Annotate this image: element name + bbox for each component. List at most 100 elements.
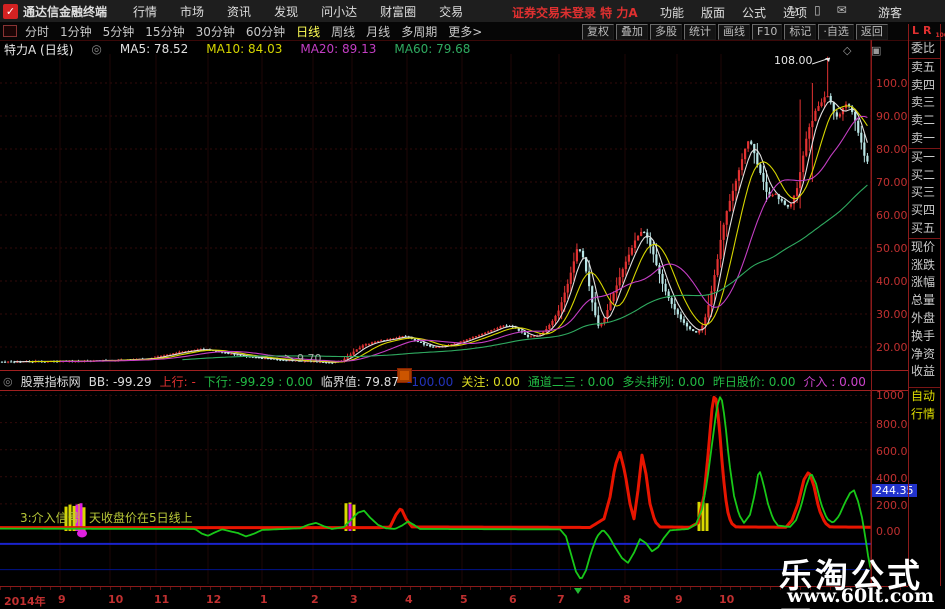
sidebar-item-委比[interactable]: 委比 [909, 40, 940, 58]
indicator-header: ◎ 股票指标网 BB: -99.29 上行: - 下行: -99.29 : 0.00 临… [3, 373, 874, 390]
period-8[interactable]: 月线 [366, 25, 390, 39]
indicator-tick-600.0: 600.0 [876, 445, 908, 458]
menu-item-4[interactable]: 问小达 [321, 5, 357, 19]
date-label-3: 11 [154, 593, 170, 606]
period-6[interactable]: 日线 [296, 25, 320, 39]
chart-corner-icons[interactable]: ◇ ▣ [843, 44, 889, 57]
sidebar-item-外盘[interactable]: 外盘 [909, 310, 940, 328]
date-label-1: 9 [58, 593, 66, 606]
main-candlestick-chart[interactable] [0, 40, 872, 371]
sidebar-item-自动[interactable]: 自动 [909, 387, 940, 406]
toolbar-button-6[interactable]: 标记 [784, 24, 817, 40]
low-arrow-icon [284, 354, 297, 362]
price-tick-40.00: 40.00 [876, 275, 908, 288]
sidebar-item-总量[interactable]: 总量 [909, 292, 940, 310]
period-2[interactable]: 5分钟 [103, 25, 135, 39]
sidebar-item-涨幅[interactable]: 涨幅 [909, 274, 940, 292]
indicator-header-seg-8: 多头排列: 0.00 [622, 375, 705, 389]
mobile-icon[interactable]: ▯ [814, 3, 821, 17]
toolbar-button-8[interactable]: 返回 [855, 24, 888, 40]
green-marker-icon [574, 588, 582, 594]
price-tick-100.0: 100.0 [876, 77, 908, 90]
toolbar-button-2[interactable]: 多股 [650, 24, 682, 40]
mail-icon[interactable]: ✉ [837, 3, 847, 17]
price-tick-50.00: 50.00 [876, 242, 908, 255]
sidebar-item-净资[interactable]: 净资 [909, 346, 940, 364]
tdx-terminal-window: ✓ 通达信金融终端 行情 市场 资讯 发现 问小达 财富圈 交易 证券交易未登录 特 力A … [0, 0, 945, 609]
watermark-url: www.60lt.com [787, 585, 935, 607]
indicator-header-seg-7: 通道二三 : 0.00 [527, 375, 615, 389]
period-4[interactable]: 30分钟 [196, 25, 235, 39]
app-brand[interactable]: ✓ 通达信金融终端 [0, 3, 107, 20]
sidebar-item-换手[interactable]: 换手 [909, 328, 940, 346]
sidebar-item-现价[interactable]: 现价 [909, 237, 940, 257]
menu-item-3[interactable]: 发现 [274, 5, 298, 19]
date-label-0: 2014年 [4, 595, 46, 608]
login-status[interactable]: 证券交易未登录 特 力A [512, 4, 638, 21]
toolbar-button-4[interactable]: 画线 [718, 24, 750, 40]
sidebar-item-卖五[interactable]: 卖五 [909, 57, 940, 77]
date-label-9: 5 [460, 593, 468, 606]
period-5[interactable]: 60分钟 [246, 25, 285, 39]
sidebar-item-行情[interactable]: 行情 [909, 406, 940, 424]
date-label-8: 4 [405, 593, 413, 606]
menu-item-0[interactable]: 行情 [133, 5, 157, 19]
period-3[interactable]: 15分钟 [145, 25, 184, 39]
indicator-header-seg-6: 关注: 0.00 [461, 375, 520, 389]
quote-sidebar: LR1000 委比卖五卖四卖三卖二卖一买一买二买三买四买五现价涨跌涨幅总量外盘换… [909, 24, 945, 424]
period-7[interactable]: 周线 [331, 25, 355, 39]
toolbar-button-3[interactable]: 统计 [684, 24, 716, 40]
sidebar-item-涨跌[interactable]: 涨跌 [909, 257, 940, 275]
toolbar-button-1[interactable]: 叠加 [616, 24, 648, 40]
date-axis[interactable]: 2014年 9 10 11 12 1 2 3 4 5 6 7 8 9 10 [0, 586, 908, 609]
date-label-10: 6 [509, 593, 517, 606]
refresh-icon[interactable]: ↻ [788, 3, 798, 17]
indicator-chart[interactable] [0, 391, 872, 586]
sidebar-item-买四[interactable]: 买四 [909, 202, 940, 220]
menu-right-item-1[interactable]: 版面 [701, 4, 725, 21]
menu-right-item-2[interactable]: 公式 [742, 4, 766, 21]
sidebar-item-卖一[interactable]: 卖一 [909, 130, 940, 148]
date-label-7: 3 [350, 593, 358, 606]
guest-account-button[interactable]: 游客 [878, 4, 902, 21]
menu-right-item-0[interactable]: 功能 [660, 4, 684, 21]
menu-item-1[interactable]: 市场 [180, 5, 204, 19]
low-price-label: 9.70 [297, 352, 322, 365]
period-1[interactable]: 1分钟 [60, 25, 92, 39]
panel-layout-icon[interactable] [3, 25, 17, 37]
sidebar-item-买三[interactable]: 买三 [909, 184, 940, 202]
date-label-11: 7 [557, 593, 565, 606]
toolbar-buttons: 复权 叠加 多股 统计 画线 F10 标记 ·自选 返回 [582, 24, 888, 40]
peak-price-label: 108.00 [774, 54, 813, 67]
date-label-4: 12 [206, 593, 222, 606]
indicator-tick-800.0: 800.0 [876, 418, 908, 431]
price-tick-80.00: 80.00 [876, 143, 908, 156]
indicator-header-seg-1: BB: -99.29 [88, 375, 152, 389]
price-tick-70.00: 70.00 [876, 176, 908, 189]
menu-item-5[interactable]: 财富圈 [380, 5, 416, 19]
toolbar-button-7[interactable]: ·自选 [818, 24, 854, 40]
toolbar-button-0[interactable]: 复权 [582, 24, 614, 40]
indicator-icon[interactable]: ◎ [3, 375, 13, 388]
sidebar-item-收益[interactable]: 收益 [909, 363, 940, 381]
sidebar-item-卖三[interactable]: 卖三 [909, 94, 940, 112]
date-label-2: 10 [108, 593, 124, 606]
sidebar-item-卖四[interactable]: 卖四 [909, 77, 940, 95]
menu-item-6[interactable]: 交易 [439, 5, 463, 19]
period-0[interactable]: 分时 [25, 25, 49, 39]
sidebar-item-买一[interactable]: 买一 [909, 147, 940, 167]
toolbar-button-5[interactable]: F10 [752, 24, 783, 40]
lr-indicator[interactable]: LR1000 [909, 24, 945, 40]
price-tick-60.00: 60.00 [876, 209, 908, 222]
price-tick-90.00: 90.00 [876, 110, 908, 123]
sidebar-item-买二[interactable]: 买二 [909, 167, 940, 185]
sidebar-right-border [940, 24, 941, 586]
period-9[interactable]: 多周期 [401, 25, 437, 39]
date-label-6: 2 [311, 593, 319, 606]
menu-item-2[interactable]: 资讯 [227, 5, 251, 19]
period-10[interactable]: 更多> [448, 25, 482, 39]
sidebar-item-买五[interactable]: 买五 [909, 220, 940, 238]
price-tick-30.00: 30.00 [876, 308, 908, 321]
sidebar-item-卖二[interactable]: 卖二 [909, 112, 940, 130]
app-title: 通达信金融终端 [23, 4, 108, 19]
